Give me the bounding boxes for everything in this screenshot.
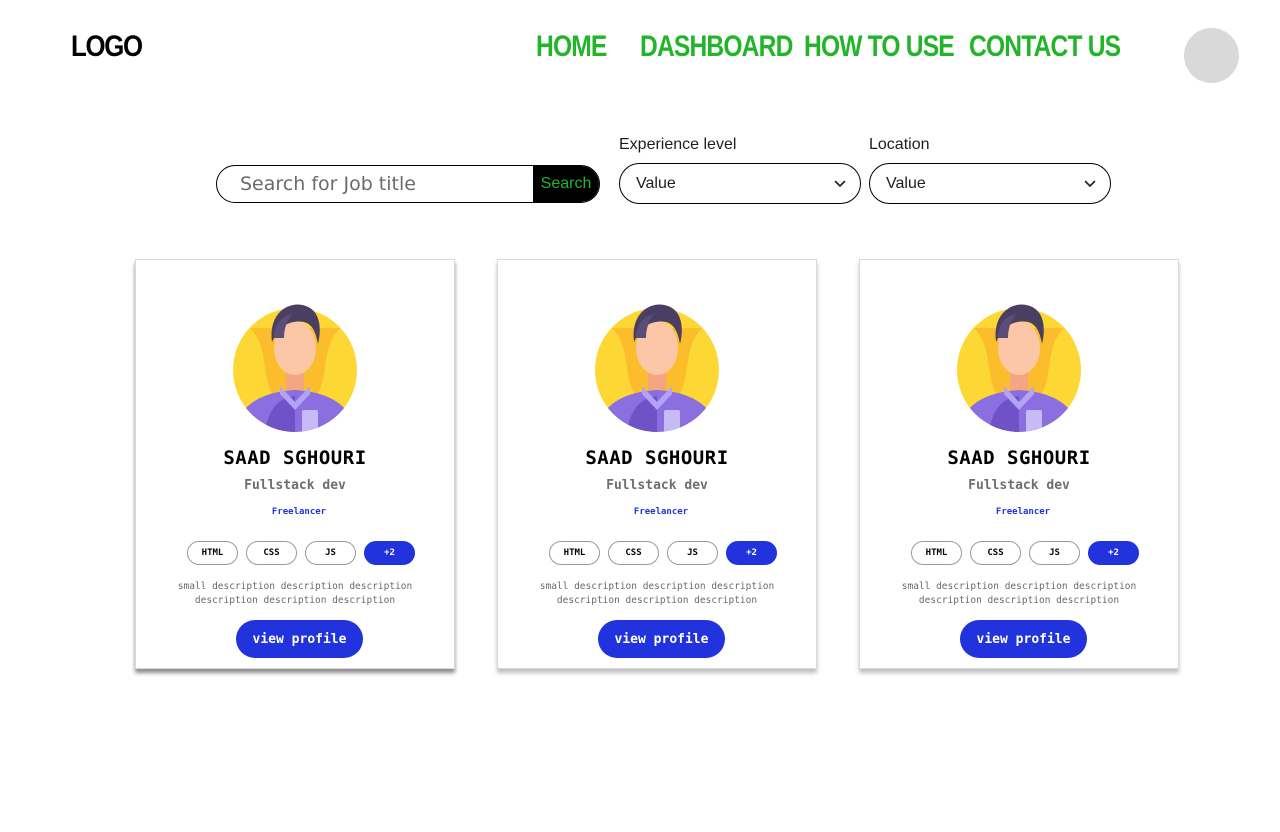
chevron-down-icon [834,180,846,187]
search-bar: Search [216,165,600,203]
profile-avatar-icon [957,304,1081,432]
experience-level-select[interactable]: Value [619,163,861,204]
profile-name: SAAD SGHOURI [585,447,729,469]
profile-role: Fullstack dev [606,478,708,493]
location-label: Location [869,136,930,153]
profile-role: Fullstack dev [968,478,1070,493]
profile-card: SAAD SGHOURI Fullstack dev Freelancer HT… [859,259,1179,669]
view-profile-button[interactable]: view profile [960,620,1087,658]
more-skills-tag[interactable]: +2 [1088,541,1139,565]
profile-card: SAAD SGHOURI Fullstack dev Freelancer HT… [497,259,817,669]
skill-tag: JS [305,541,356,565]
skill-tags: HTML CSS JS +2 [911,541,1139,565]
skill-tag: CSS [608,541,659,565]
skill-tag: CSS [246,541,297,565]
more-skills-tag[interactable]: +2 [364,541,415,565]
chevron-down-icon [1084,180,1096,187]
search-button[interactable]: Search [533,166,599,202]
user-avatar[interactable] [1184,28,1239,83]
skill-tags: HTML CSS JS +2 [549,541,777,565]
profile-avatar-icon [595,304,719,432]
skill-tag: JS [667,541,718,565]
nav-contact-us[interactable]: CONTACT US [969,30,1121,64]
profile-avatar-icon [233,304,357,432]
nav-how-to-use[interactable]: HOW TO USE [804,30,955,64]
skill-tag: JS [1029,541,1080,565]
search-input[interactable] [217,166,533,202]
view-profile-button[interactable]: view profile [236,620,363,658]
skill-tag: HTML [549,541,600,565]
experience-level-value: Value [636,174,676,192]
profile-name: SAAD SGHOURI [223,447,367,469]
page: LOGO HOME DASHBOARD HOW TO USE CONTACT U… [0,0,1280,832]
logo[interactable]: LOGO [71,30,143,64]
profile-description: small description description descriptio… [901,581,1137,606]
skill-tags: HTML CSS JS +2 [187,541,415,565]
nav-dashboard[interactable]: DASHBOARD [640,30,793,64]
profile-description: small description description descriptio… [539,581,775,606]
location-value: Value [886,174,926,192]
more-skills-tag[interactable]: +2 [726,541,777,565]
profile-role: Fullstack dev [244,478,346,493]
profile-type: Freelancer [271,507,327,517]
skill-tag: CSS [970,541,1021,565]
skill-tag: HTML [911,541,962,565]
profile-type: Freelancer [633,507,689,517]
skill-tag: HTML [187,541,238,565]
profile-type: Freelancer [995,507,1051,517]
location-select[interactable]: Value [869,163,1111,204]
view-profile-button[interactable]: view profile [598,620,725,658]
profile-description: small description description descriptio… [177,581,413,606]
experience-level-label: Experience level [619,136,737,153]
profile-card: SAAD SGHOURI Fullstack dev Freelancer HT… [135,259,455,669]
profile-name: SAAD SGHOURI [947,447,1091,469]
nav-home[interactable]: HOME [536,30,607,64]
